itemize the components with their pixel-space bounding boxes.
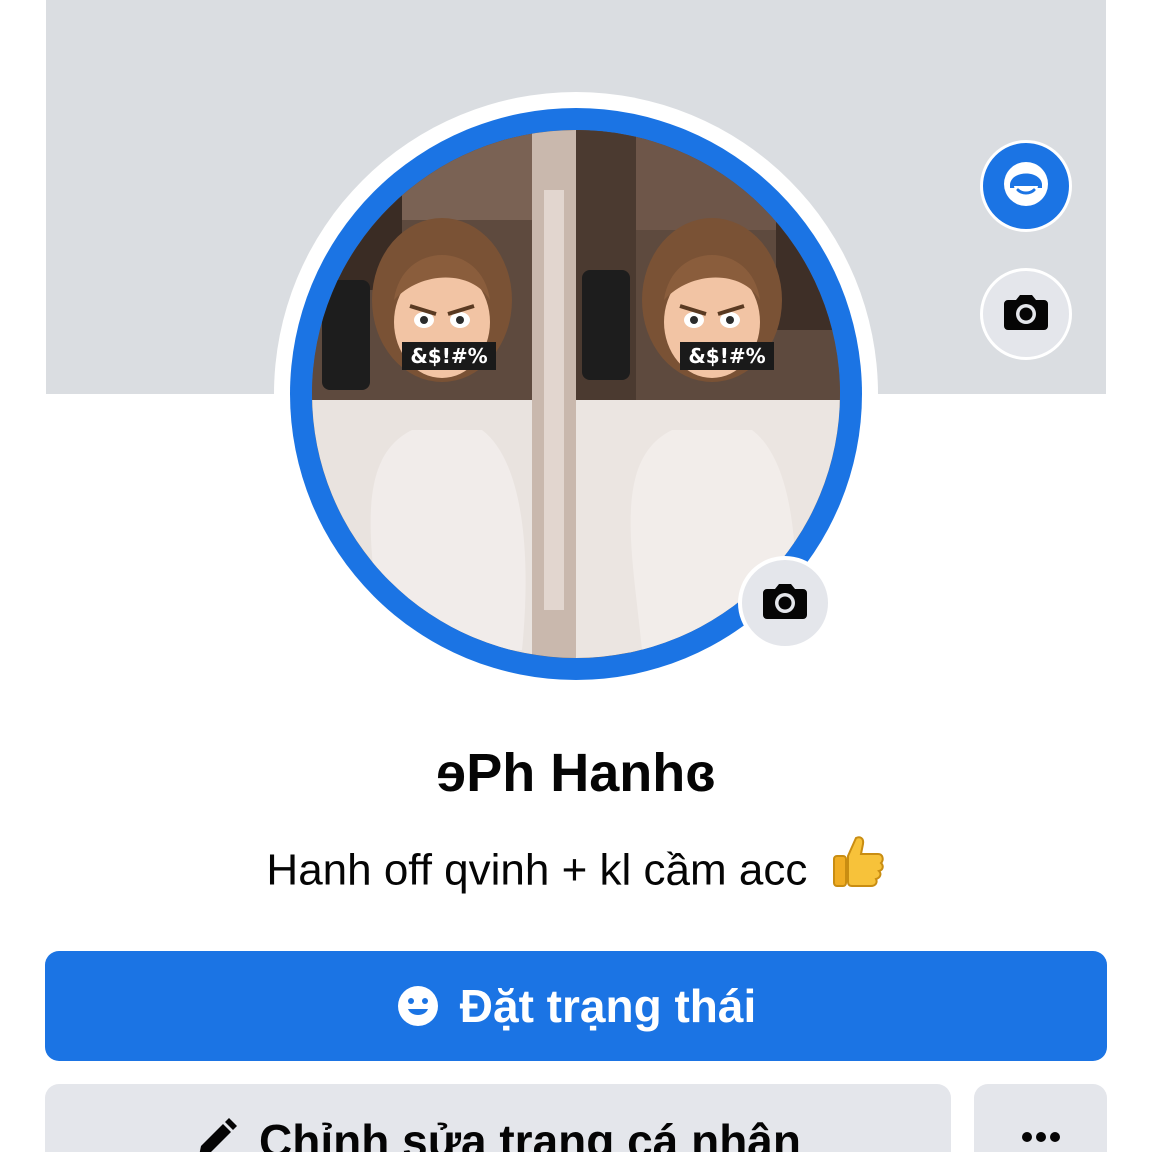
camera-icon: [761, 581, 809, 626]
profile-page: &$!#% &$!#% ɘPh Hanhɞ Hanh off qvinh + k…: [0, 0, 1152, 1152]
pencil-icon: [195, 1118, 238, 1152]
more-options-button[interactable]: [974, 1084, 1107, 1152]
avatar-face-icon: [998, 156, 1054, 217]
avatar-caption-left: &$!#%: [410, 344, 487, 368]
camera-icon: [1002, 292, 1050, 337]
more-dots-icon: [1021, 1130, 1061, 1148]
avatar-style-button[interactable]: [980, 140, 1072, 232]
avatar-caption-right: &$!#%: [688, 344, 765, 368]
edit-profile-label: Chỉnh sửa trang cá nhân: [259, 1115, 801, 1152]
smile-icon: [396, 984, 440, 1028]
profile-bio: Hanh off qvinh + kl cầm acc: [0, 836, 1152, 906]
bio-text: Hanh off qvinh + kl cầm acc: [266, 845, 808, 895]
set-status-button[interactable]: Đặt trạng thái: [45, 951, 1107, 1061]
avatar-camera-button[interactable]: [738, 556, 832, 650]
edit-profile-button[interactable]: Chỉnh sửa trang cá nhân: [45, 1084, 951, 1152]
thumbs-up-icon: [828, 832, 886, 906]
cover-camera-button[interactable]: [980, 268, 1072, 360]
set-status-label: Đặt trạng thái: [459, 980, 757, 1032]
profile-name: ɘPh Hanhɞ: [436, 743, 716, 803]
